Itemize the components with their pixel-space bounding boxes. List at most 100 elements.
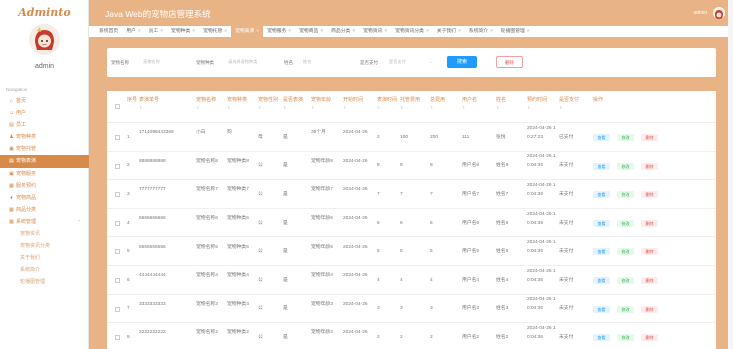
column-header[interactable]: 表演时间 ⇕ bbox=[377, 97, 397, 111]
column-header[interactable]: 操作 bbox=[593, 97, 693, 104]
tab[interactable]: 系统简介 × bbox=[465, 26, 497, 37]
close-icon[interactable]: × bbox=[352, 29, 355, 34]
tab[interactable]: 宠物表演 × bbox=[231, 26, 264, 37]
sort-icon[interactable]: ⇕ bbox=[527, 104, 557, 111]
sidebar-item[interactable]: ▣ 宠物服务 bbox=[0, 168, 89, 180]
app-logo[interactable]: Adminto bbox=[0, 6, 89, 19]
header-avatar[interactable] bbox=[713, 7, 725, 19]
view-button[interactable]: 查看 bbox=[593, 191, 610, 199]
close-icon[interactable]: × bbox=[256, 29, 259, 34]
tab[interactable]: 宠物资讯 × bbox=[359, 26, 391, 37]
column-header[interactable]: 用户名 ⇕ bbox=[462, 97, 492, 111]
column-header[interactable]: 表演单号 ⇕ bbox=[139, 97, 185, 111]
view-button[interactable]: 查看 bbox=[593, 219, 610, 227]
admin-label[interactable]: admin bbox=[693, 10, 707, 16]
sort-icon[interactable]: ⇕ bbox=[311, 104, 341, 111]
tab[interactable]: 员工 × bbox=[145, 26, 167, 37]
sidebar-item[interactable]: ♟ 宠物种类 bbox=[0, 131, 89, 143]
sidebar-item[interactable]: 轮播图管理 bbox=[0, 276, 89, 288]
close-icon[interactable]: × bbox=[527, 29, 530, 34]
close-icon[interactable]: × bbox=[384, 29, 387, 34]
sort-icon[interactable]: ⇕ bbox=[343, 104, 373, 111]
edit-button[interactable]: 修改 bbox=[617, 191, 634, 199]
column-header[interactable]: 是否表演 ⇕ bbox=[283, 97, 307, 111]
column-header[interactable]: 总费用 ⇕ bbox=[430, 97, 458, 111]
paid-select[interactable]: 是否支付 bbox=[389, 58, 406, 66]
tab[interactable]: 宠物托管 × bbox=[199, 26, 231, 37]
close-icon[interactable]: × bbox=[224, 29, 227, 34]
close-icon[interactable]: × bbox=[288, 29, 291, 34]
column-header[interactable]: 预约时间 ⇕ bbox=[527, 97, 557, 111]
column-header[interactable]: 开始时间 ⇕ bbox=[343, 97, 373, 111]
name-input[interactable]: 姓名 bbox=[303, 58, 311, 66]
sidebar-item[interactable]: ▦ 服务预约 bbox=[0, 180, 89, 192]
edit-button[interactable]: 修改 bbox=[617, 305, 634, 313]
column-header[interactable]: 宠物种类 ⇕ bbox=[227, 97, 255, 111]
table-row[interactable]: 7 3333333333 宠物名称3 宠物种类3 公 是 宠物年龄3 2024-04-26 3 3… bbox=[107, 295, 716, 324]
sort-icon[interactable]: ⇕ bbox=[196, 104, 224, 111]
table-row[interactable]: 8 2222222222 宠物名称2 宠物种类2 公 是 宠物年龄2 2024-04-26 2 2… bbox=[107, 323, 716, 349]
delete-row-button[interactable]: 删除 bbox=[641, 334, 658, 342]
view-button[interactable]: 查看 bbox=[593, 134, 610, 141]
column-header[interactable]: 姓名 ⇕ bbox=[496, 97, 524, 111]
sort-icon[interactable]: ⇕ bbox=[400, 104, 426, 111]
pet-name-input[interactable]: 宠物名称 bbox=[143, 58, 160, 66]
tab[interactable]: 关于我们 × bbox=[433, 26, 465, 37]
sidebar-item[interactable]: ▦ 系统管理 ⌃ bbox=[0, 216, 89, 228]
column-header[interactable]: 序号 bbox=[127, 97, 137, 104]
sort-icon[interactable]: ⇕ bbox=[430, 104, 458, 111]
search-button[interactable]: 搜索 bbox=[447, 56, 477, 68]
sidebar-item[interactable]: ▣ 宠物托管 bbox=[0, 143, 89, 155]
delete-row-button[interactable]: 删除 bbox=[641, 219, 658, 227]
close-icon[interactable]: × bbox=[458, 29, 461, 34]
delete-row-button[interactable]: 删除 bbox=[641, 134, 658, 141]
chevron-down-icon[interactable]: ⌄ bbox=[429, 58, 433, 66]
select-all-checkbox[interactable] bbox=[115, 104, 120, 109]
sort-icon[interactable]: ⇕ bbox=[462, 104, 492, 111]
close-icon[interactable]: × bbox=[426, 29, 429, 34]
column-header[interactable]: 宠物名称 ⇕ bbox=[196, 97, 224, 111]
sidebar-item[interactable]: ♦ 宠物商品 bbox=[0, 192, 89, 204]
row-checkbox[interactable] bbox=[115, 306, 120, 312]
table-row[interactable]: 5 5555555555 宠物名称5 宠物种类5 公是宠物年龄5 2024-04-26 5 5… bbox=[107, 237, 716, 266]
row-checkbox[interactable] bbox=[115, 192, 120, 198]
sort-icon[interactable]: ⇕ bbox=[258, 104, 280, 111]
row-checkbox[interactable] bbox=[115, 135, 120, 140]
view-button[interactable]: 查看 bbox=[593, 334, 610, 342]
close-icon[interactable]: × bbox=[192, 29, 195, 34]
delete-row-button[interactable]: 删除 bbox=[641, 277, 658, 284]
view-button[interactable]: 查看 bbox=[593, 162, 610, 170]
sidebar-item[interactable]: ▤ 员工 bbox=[0, 119, 89, 131]
sidebar-item[interactable]: 宠物资讯分类 bbox=[0, 240, 89, 252]
avatar[interactable] bbox=[29, 24, 60, 55]
tab[interactable]: 商品分类 × bbox=[327, 26, 359, 37]
close-icon[interactable]: × bbox=[320, 29, 323, 34]
edit-button[interactable]: 修改 bbox=[617, 219, 634, 227]
table-row[interactable]: 1 1714098443369 小白 狗母 是 36个月 2024-04-26 2 100 200… bbox=[107, 123, 716, 152]
close-icon[interactable]: × bbox=[160, 29, 163, 34]
row-checkbox[interactable] bbox=[115, 249, 120, 255]
sidebar-item[interactable]: ☺ 用户 bbox=[0, 107, 89, 119]
column-header[interactable]: 托管费用 ⇕ bbox=[400, 97, 426, 111]
row-checkbox[interactable] bbox=[115, 163, 120, 169]
table-row[interactable]: 2 8888888888 宠物名称8 宠物种类8 公 是 宠物年龄8 2024-04-26 8 8… bbox=[107, 152, 716, 181]
column-header[interactable]: 宠物性别 ⇕ bbox=[258, 97, 280, 111]
delete-row-button[interactable]: 删除 bbox=[641, 248, 658, 256]
scrollbar[interactable] bbox=[728, 0, 733, 349]
tab[interactable]: 用户 × bbox=[122, 26, 144, 37]
edit-button[interactable]: 修改 bbox=[617, 277, 634, 284]
tab[interactable]: 轮播图管理 × bbox=[497, 26, 534, 37]
sidebar-item[interactable]: 系统简介 bbox=[0, 264, 89, 276]
column-header[interactable]: 宠物年龄 ⇕ bbox=[311, 97, 341, 111]
sort-icon[interactable]: ⇕ bbox=[139, 104, 185, 111]
view-button[interactable]: 查看 bbox=[593, 248, 610, 256]
row-checkbox[interactable] bbox=[115, 335, 120, 341]
tab[interactable]: 宠物种类 × bbox=[167, 26, 199, 37]
column-header[interactable]: 是否支付 ⇕ bbox=[559, 97, 589, 111]
delete-row-button[interactable]: 删除 bbox=[641, 305, 658, 313]
view-button[interactable]: 查看 bbox=[593, 277, 610, 284]
tab[interactable]: 宠物服务 × bbox=[263, 26, 295, 37]
delete-row-button[interactable]: 删除 bbox=[641, 162, 658, 170]
edit-button[interactable]: 修改 bbox=[617, 162, 634, 170]
tab[interactable]: 系统首页 bbox=[95, 26, 122, 37]
